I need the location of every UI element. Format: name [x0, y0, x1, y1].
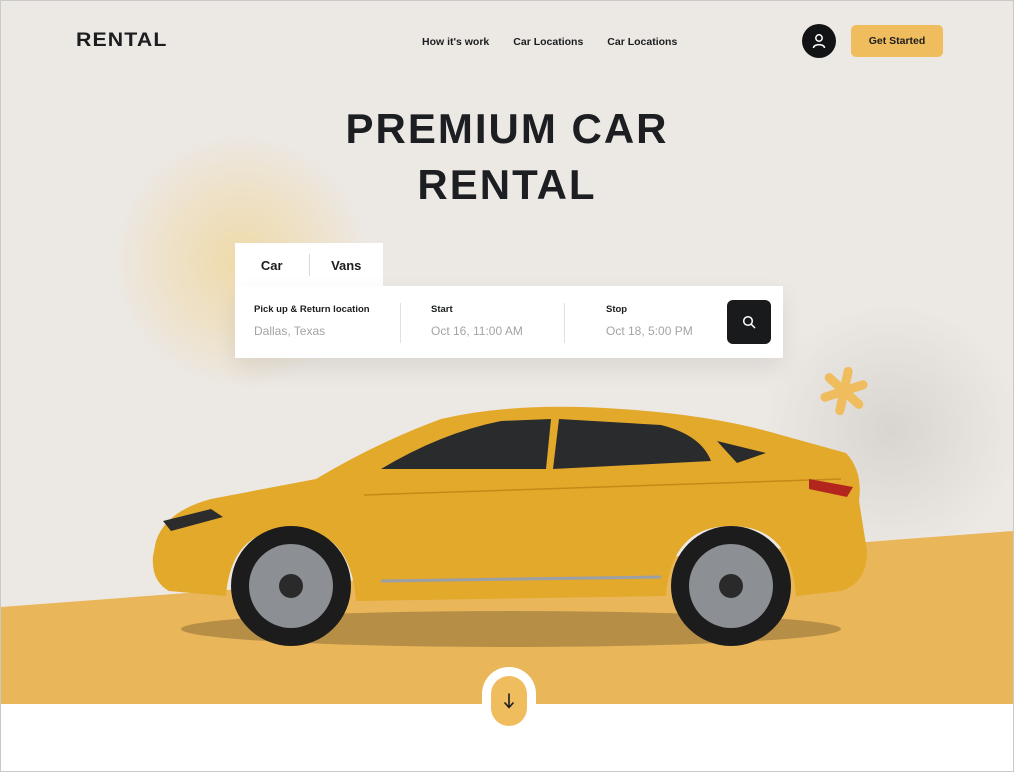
user-avatar-button[interactable] [802, 24, 836, 58]
start-value[interactable]: Oct 16, 11:00 AM [431, 324, 523, 338]
booking-bar: Pick up & Return location Dallas, Texas … [235, 286, 783, 358]
page-frame: RENTAL How it's work Car Locations Car L… [0, 0, 1014, 772]
hero-title-line-1: PREMIUM CAR [345, 105, 669, 152]
start-field[interactable]: Start Oct 16, 11:00 AM [431, 304, 523, 338]
nav-car-locations[interactable]: Car Locations [513, 36, 583, 48]
search-icon [742, 315, 756, 329]
get-started-button[interactable]: Get Started [851, 25, 943, 57]
logo[interactable]: RENTAL [76, 30, 167, 52]
vehicle-tabs: Car Vans [235, 243, 383, 287]
main-nav: How it's work Car Locations Car Location… [422, 36, 677, 48]
user-icon [812, 34, 826, 49]
location-label: Pick up & Return location [254, 304, 370, 315]
location-field[interactable]: Pick up & Return location Dallas, Texas [254, 304, 370, 338]
car-image [152, 406, 868, 647]
nav-how-it-works[interactable]: How it's work [422, 36, 489, 48]
hero-section: RENTAL How it's work Car Locations Car L… [1, 1, 1013, 704]
hero-title-line-2: RENTAL [417, 161, 597, 208]
scroll-down-pill[interactable] [491, 676, 527, 726]
arrow-down-icon [504, 693, 514, 709]
stop-label: Stop [606, 304, 628, 315]
field-divider [400, 303, 401, 343]
start-label: Start [431, 304, 453, 315]
tab-vans[interactable]: Vans [310, 258, 384, 273]
location-value[interactable]: Dallas, Texas [254, 324, 370, 338]
field-divider [564, 303, 565, 343]
nav-car-locations-2[interactable]: Car Locations [607, 36, 677, 48]
stop-field[interactable]: Stop Oct 18, 5:00 PM [606, 304, 693, 338]
scroll-down-button[interactable] [482, 667, 536, 735]
tab-car[interactable]: Car [235, 258, 309, 273]
stop-value[interactable]: Oct 18, 5:00 PM [606, 324, 693, 338]
search-button[interactable] [727, 300, 771, 344]
